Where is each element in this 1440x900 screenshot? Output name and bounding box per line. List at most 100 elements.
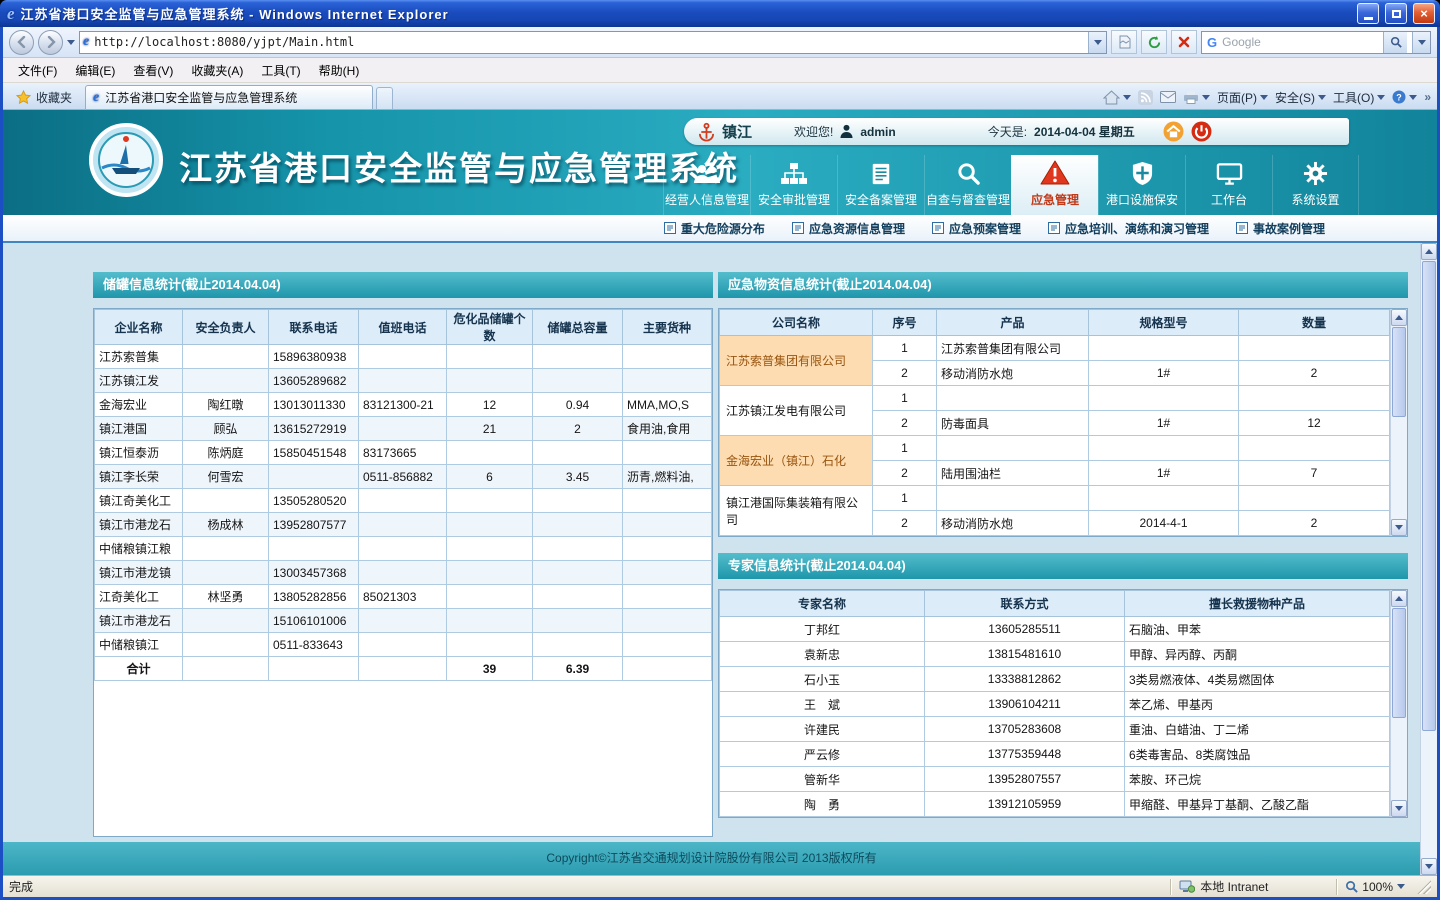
refresh-button[interactable] bbox=[1141, 30, 1167, 54]
tools-menu-button[interactable]: 工具(O) bbox=[1333, 89, 1385, 106]
address-bar: e http://localhost:8080/yjpt/Main.html G… bbox=[3, 27, 1437, 58]
subnav-accident-cases[interactable]: 事故案例管理 bbox=[1236, 220, 1325, 237]
stop-button[interactable] bbox=[1171, 30, 1197, 54]
tank-table-row[interactable]: 江奇美化工林坚勇1380528285685021303 bbox=[95, 585, 712, 609]
tank-table-row[interactable]: 中储粮镇江粮 bbox=[95, 537, 712, 561]
page-menu-button[interactable]: 页面(P) bbox=[1217, 89, 1268, 106]
scroll-down-button[interactable] bbox=[1391, 800, 1407, 817]
nav-item-port-security[interactable]: 港口设施保安 bbox=[1098, 155, 1185, 215]
new-tab-button[interactable] bbox=[376, 87, 393, 109]
minimize-button[interactable] bbox=[1357, 3, 1379, 24]
subnav-resource-info[interactable]: 应急资源信息管理 bbox=[792, 220, 905, 237]
tank-cell: 83121300-21 bbox=[359, 393, 447, 417]
scroll-up-button[interactable] bbox=[1391, 590, 1407, 607]
company-cell: 镇江港国际集装箱有限公司 bbox=[720, 486, 873, 536]
url-dropdown-button[interactable] bbox=[1088, 32, 1106, 53]
mail-button[interactable] bbox=[1160, 91, 1176, 103]
home-shortcut-button[interactable] bbox=[1163, 121, 1184, 142]
compatibility-view-button[interactable] bbox=[1111, 30, 1137, 54]
menu-help[interactable]: 帮助(H) bbox=[310, 59, 369, 82]
supplies-scrollbar[interactable] bbox=[1390, 309, 1407, 536]
experts-cell: 13952807557 bbox=[925, 767, 1125, 792]
menu-view[interactable]: 查看(V) bbox=[124, 59, 182, 82]
search-dropdown-button[interactable] bbox=[1412, 32, 1430, 53]
resize-grip[interactable] bbox=[1417, 880, 1431, 894]
safety-menu-button[interactable]: 安全(S) bbox=[1275, 89, 1326, 106]
back-button[interactable] bbox=[9, 30, 34, 55]
experts-table-row[interactable]: 王 斌13906104211苯乙烯、甲基丙 bbox=[720, 692, 1390, 717]
logout-button[interactable] bbox=[1191, 121, 1212, 142]
experts-cell: 13912105959 bbox=[925, 792, 1125, 817]
menu-favorites[interactable]: 收藏夹(A) bbox=[182, 59, 252, 82]
home-button[interactable] bbox=[1103, 90, 1131, 105]
experts-table-row[interactable]: 石小玉133388128623类易燃液体、4类易燃固体 bbox=[720, 667, 1390, 692]
page-scrollbar[interactable] bbox=[1420, 243, 1437, 875]
scroll-thumb[interactable] bbox=[1422, 261, 1436, 731]
tank-table-row[interactable]: 镇江市港龙石杨成林13952807577 bbox=[95, 513, 712, 537]
tank-table-row[interactable]: 镇江市港龙石15106101006 bbox=[95, 609, 712, 633]
scroll-thumb[interactable] bbox=[1392, 608, 1406, 718]
menu-edit[interactable]: 编辑(E) bbox=[66, 59, 124, 82]
nav-item-settings[interactable]: 系统设置 bbox=[1272, 155, 1359, 215]
menu-file[interactable]: 文件(F) bbox=[9, 59, 66, 82]
help-button[interactable]: ? bbox=[1392, 90, 1417, 104]
history-dropdown[interactable] bbox=[67, 40, 75, 45]
zoom-control[interactable]: 100% bbox=[1345, 880, 1405, 894]
tank-table-row[interactable]: 镇江恒泰沥陈炳庭1585045154883173665 bbox=[95, 441, 712, 465]
experts-table-row[interactable]: 管新华13952807557苯胺、环己烷 bbox=[720, 767, 1390, 792]
experts-table-row[interactable]: 许建民13705283608重油、白蜡油、丁二烯 bbox=[720, 717, 1390, 742]
subnav-training-drill[interactable]: 应急培训、演练和演习管理 bbox=[1048, 220, 1209, 237]
search-go-button[interactable] bbox=[1383, 32, 1407, 53]
address-input[interactable]: e http://localhost:8080/yjpt/Main.html bbox=[79, 31, 1107, 54]
experts-table: 专家名称联系方式 擅长救援物种产品 丁邦红13605285511石脑油、甲苯袁新… bbox=[719, 590, 1390, 817]
supplies-table-row[interactable]: 江苏镇江发电有限公司1 bbox=[720, 386, 1390, 411]
print-button[interactable] bbox=[1183, 90, 1210, 104]
tank-cell bbox=[447, 633, 533, 657]
close-button[interactable]: × bbox=[1413, 3, 1435, 24]
supplies-cell bbox=[1089, 386, 1239, 411]
tank-table-row[interactable]: 镇江奇美化工13505280520 bbox=[95, 489, 712, 513]
scroll-down-button[interactable] bbox=[1421, 858, 1437, 875]
nav-item-safety-approval[interactable]: 安全审批管理 bbox=[750, 155, 837, 215]
tank-cell: 13605289682 bbox=[269, 369, 359, 393]
supplies-table-row[interactable]: 镇江港国际集装箱有限公司1 bbox=[720, 486, 1390, 511]
scroll-down-button[interactable] bbox=[1391, 519, 1407, 536]
forward-button[interactable] bbox=[38, 30, 63, 55]
experts-table-row[interactable]: 陶 勇13912105959甲缩醛、甲基异丁基酮、乙酸乙酯 bbox=[720, 792, 1390, 817]
tank-cell: 镇江港国 bbox=[95, 417, 183, 441]
experts-scrollbar[interactable] bbox=[1390, 590, 1407, 817]
tank-table-row[interactable]: 江苏索普集15896380938 bbox=[95, 345, 712, 369]
tank-total-cell: 合计 bbox=[95, 657, 183, 681]
supplies-table-row[interactable]: 金海宏业（镇江）石化1 bbox=[720, 436, 1390, 461]
subnav-plan-management[interactable]: 应急预案管理 bbox=[932, 220, 1021, 237]
tank-table-row[interactable]: 镇江港国顾弘13615272919212食用油,食用 bbox=[95, 417, 712, 441]
nav-item-operators[interactable]: 经营人信息管理 bbox=[663, 155, 750, 215]
search-input[interactable]: G Google bbox=[1201, 31, 1431, 54]
nav-item-workbench[interactable]: 工作台 bbox=[1185, 155, 1272, 215]
tank-table-row[interactable]: 镇江李长荣何雪宏0511-85688263.45沥青,燃料油, bbox=[95, 465, 712, 489]
experts-table-row[interactable]: 袁新忠13815481610甲醇、异丙醇、丙酮 bbox=[720, 642, 1390, 667]
tank-table-row[interactable]: 中储粮镇江0511-833643 bbox=[95, 633, 712, 657]
scroll-up-button[interactable] bbox=[1391, 309, 1407, 326]
experts-table-row[interactable]: 丁邦红13605285511石脑油、甲苯 bbox=[720, 617, 1390, 642]
overflow-chevron-icon[interactable]: » bbox=[1424, 90, 1431, 104]
supplies-cell: 江苏索普集团有限公司 bbox=[937, 336, 1089, 361]
menu-tools[interactable]: 工具(T) bbox=[252, 59, 309, 82]
tank-table-row[interactable]: 江苏镇江发13605289682 bbox=[95, 369, 712, 393]
scroll-thumb[interactable] bbox=[1392, 327, 1406, 417]
title-bar[interactable]: e 江苏省港口安全监管与应急管理系统 - Windows Internet Ex… bbox=[0, 0, 1440, 27]
supplies-table-row[interactable]: 江苏索普集团有限公司1江苏索普集团有限公司 bbox=[720, 336, 1390, 361]
tab-active[interactable]: e 江苏省港口安全监管与应急管理系统 bbox=[85, 85, 373, 109]
tank-cell bbox=[183, 537, 269, 561]
scroll-up-button[interactable] bbox=[1421, 243, 1437, 260]
restore-button[interactable] bbox=[1385, 3, 1407, 24]
feeds-button[interactable] bbox=[1138, 90, 1153, 105]
experts-table-row[interactable]: 严云修137753594486类毒害品、8类腐蚀品 bbox=[720, 742, 1390, 767]
subnav-hazard-distribution[interactable]: 重大危险源分布 bbox=[664, 220, 765, 237]
favorites-button[interactable]: 收藏夹 bbox=[7, 85, 81, 109]
tank-table-row[interactable]: 金海宏业陶红暾1301301133083121300-21120.94MMA,M… bbox=[95, 393, 712, 417]
nav-item-emergency[interactable]: 应急管理 bbox=[1011, 155, 1098, 215]
nav-item-safety-filing[interactable]: 安全备案管理 bbox=[837, 155, 924, 215]
tank-table-row[interactable]: 镇江市港龙镇13003457368 bbox=[95, 561, 712, 585]
nav-item-inspection[interactable]: 自查与督查管理 bbox=[924, 155, 1011, 215]
